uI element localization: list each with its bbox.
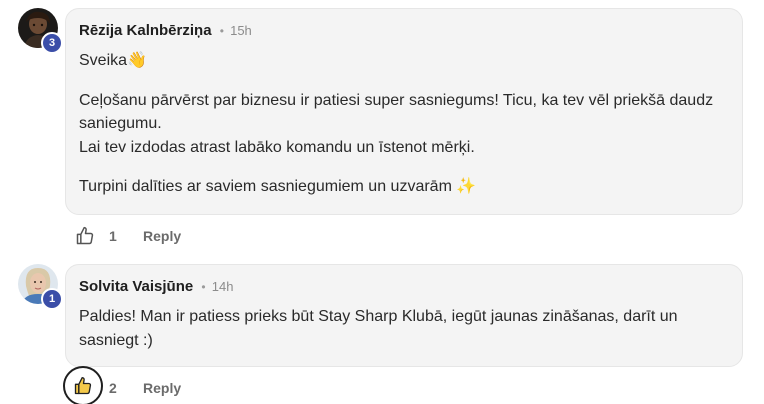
reply-button[interactable]: Reply xyxy=(143,380,181,396)
comment-bubble: Rēzija Kalnbērziņa • 15h Sveika👋 Ceļošan… xyxy=(65,8,743,215)
comment-bubble: Solvita Vaisjūne • 14h Paldies! Man ir p… xyxy=(65,264,743,367)
author-name[interactable]: Solvita Vaisjūne xyxy=(79,278,193,295)
level-badge: 3 xyxy=(41,32,63,54)
reply-button[interactable]: Reply xyxy=(143,228,181,244)
comment-actions: 1 Reply xyxy=(72,223,181,249)
separator-dot: • xyxy=(219,24,224,38)
thumbs-up-icon xyxy=(76,226,94,245)
comment-paragraph: Ceļošanu pārvērst par biznesu ir patiesi… xyxy=(79,91,714,156)
level-badge: 1 xyxy=(41,288,63,310)
like-button[interactable] xyxy=(63,366,103,404)
timestamp[interactable]: 14h xyxy=(212,279,234,294)
comment-header: Solvita Vaisjūne • 14h xyxy=(79,278,233,295)
comment-item: 3 Rēzija Kalnbērziņa • 15h Sveika👋 Ceļoš… xyxy=(0,0,764,250)
comment-paragraph: Turpini dalīties ar saviem sasniegumiem … xyxy=(79,178,477,195)
comment-header: Rēzija Kalnbērziņa • 15h xyxy=(79,22,252,39)
like-count: 2 xyxy=(109,380,117,396)
comment-thread: 3 Rēzija Kalnbērziņa • 15h Sveika👋 Ceļoš… xyxy=(0,0,764,404)
like-button[interactable] xyxy=(72,223,98,249)
timestamp[interactable]: 15h xyxy=(230,23,252,38)
comment-paragraph: Sveika👋 xyxy=(79,52,147,69)
like-count: 1 xyxy=(109,228,117,244)
author-name[interactable]: Rēzija Kalnbērziņa xyxy=(79,22,212,39)
comment-body: Paldies! Man ir patiess prieks būt Stay … xyxy=(79,305,729,352)
comment-body: Sveika👋 Ceļošanu pārvērst par biznesu ir… xyxy=(79,49,729,199)
thumbs-up-icon xyxy=(74,377,92,395)
separator-dot: • xyxy=(201,280,206,294)
comment-paragraph: Paldies! Man ir patiess prieks būt Stay … xyxy=(79,308,678,349)
comment-item: 1 Solvita Vaisjūne • 14h Paldies! Man ir… xyxy=(0,256,764,404)
